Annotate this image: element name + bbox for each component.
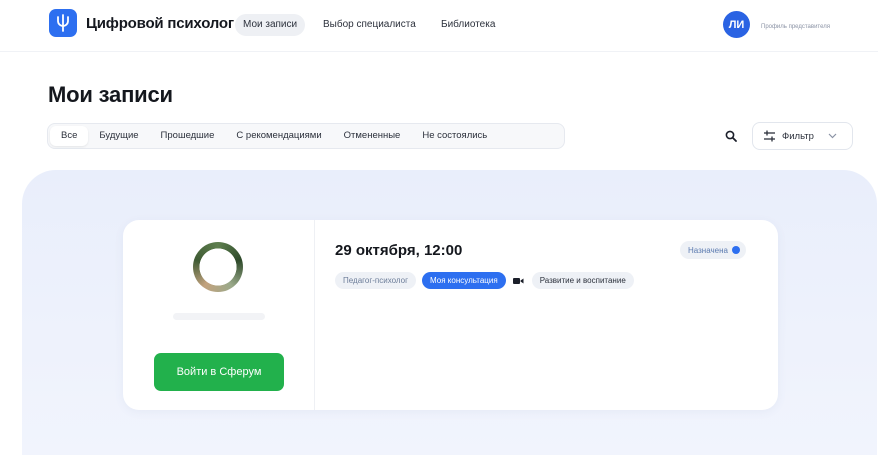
chip-topic: Развитие и воспитание [531, 272, 634, 289]
appointment-tabs: Все Будущие Прошедшие С рекомендациями О… [47, 123, 565, 149]
appointment-card: Войти в Сферум 29 октября, 12:00 Назначе… [123, 220, 778, 410]
video-camera-icon [512, 272, 526, 289]
tab-did-not-happen[interactable]: Не состоялись [411, 126, 498, 146]
chip-consultation-type: Моя консультация [422, 272, 506, 289]
nav-choose-specialist[interactable]: Выбор специалиста [315, 14, 424, 36]
specialist-section: Войти в Сферум [123, 220, 315, 410]
filter-label: Фильтр [782, 130, 814, 142]
tab-cancelled[interactable]: Отмененные [333, 126, 412, 146]
profile-label[interactable]: Профиль представителя [761, 24, 830, 30]
tab-past[interactable]: Прошедшие [150, 126, 226, 146]
search-button[interactable] [722, 127, 740, 145]
chevron-down-icon [828, 133, 837, 139]
appointment-date: 29 октября, 12:00 [335, 242, 463, 259]
app-header: Цифровой психолог Мои записи Выбор специ… [0, 0, 878, 52]
specialist-avatar [193, 242, 243, 292]
status-label: Назначена [688, 245, 728, 255]
filter-sliders-icon [764, 130, 775, 142]
status-dot-icon [731, 246, 740, 254]
brand-name[interactable]: Цифровой психолог [86, 15, 234, 32]
tab-with-recommendations[interactable]: С рекомендациями [225, 126, 332, 146]
filter-button[interactable]: Фильтр [752, 122, 853, 150]
avatar[interactable]: ЛИ [723, 11, 750, 38]
tab-upcoming[interactable]: Будущие [88, 126, 149, 146]
page-title: Мои записи [48, 82, 173, 107]
status-badge: Назначена [680, 241, 746, 259]
search-icon [725, 130, 737, 142]
logo-icon[interactable] [49, 9, 77, 37]
nav-library[interactable]: Библиотека [433, 14, 503, 36]
chip-specialty: Педагог-психолог [335, 272, 417, 289]
appointment-chips: Педагог-психолог Моя консультация Развит… [335, 272, 634, 289]
join-sferum-button[interactable]: Войти в Сферум [154, 353, 284, 391]
tab-all[interactable]: Все [50, 126, 89, 146]
nav-my-appointments[interactable]: Мои записи [235, 14, 306, 36]
specialist-name [173, 313, 265, 320]
